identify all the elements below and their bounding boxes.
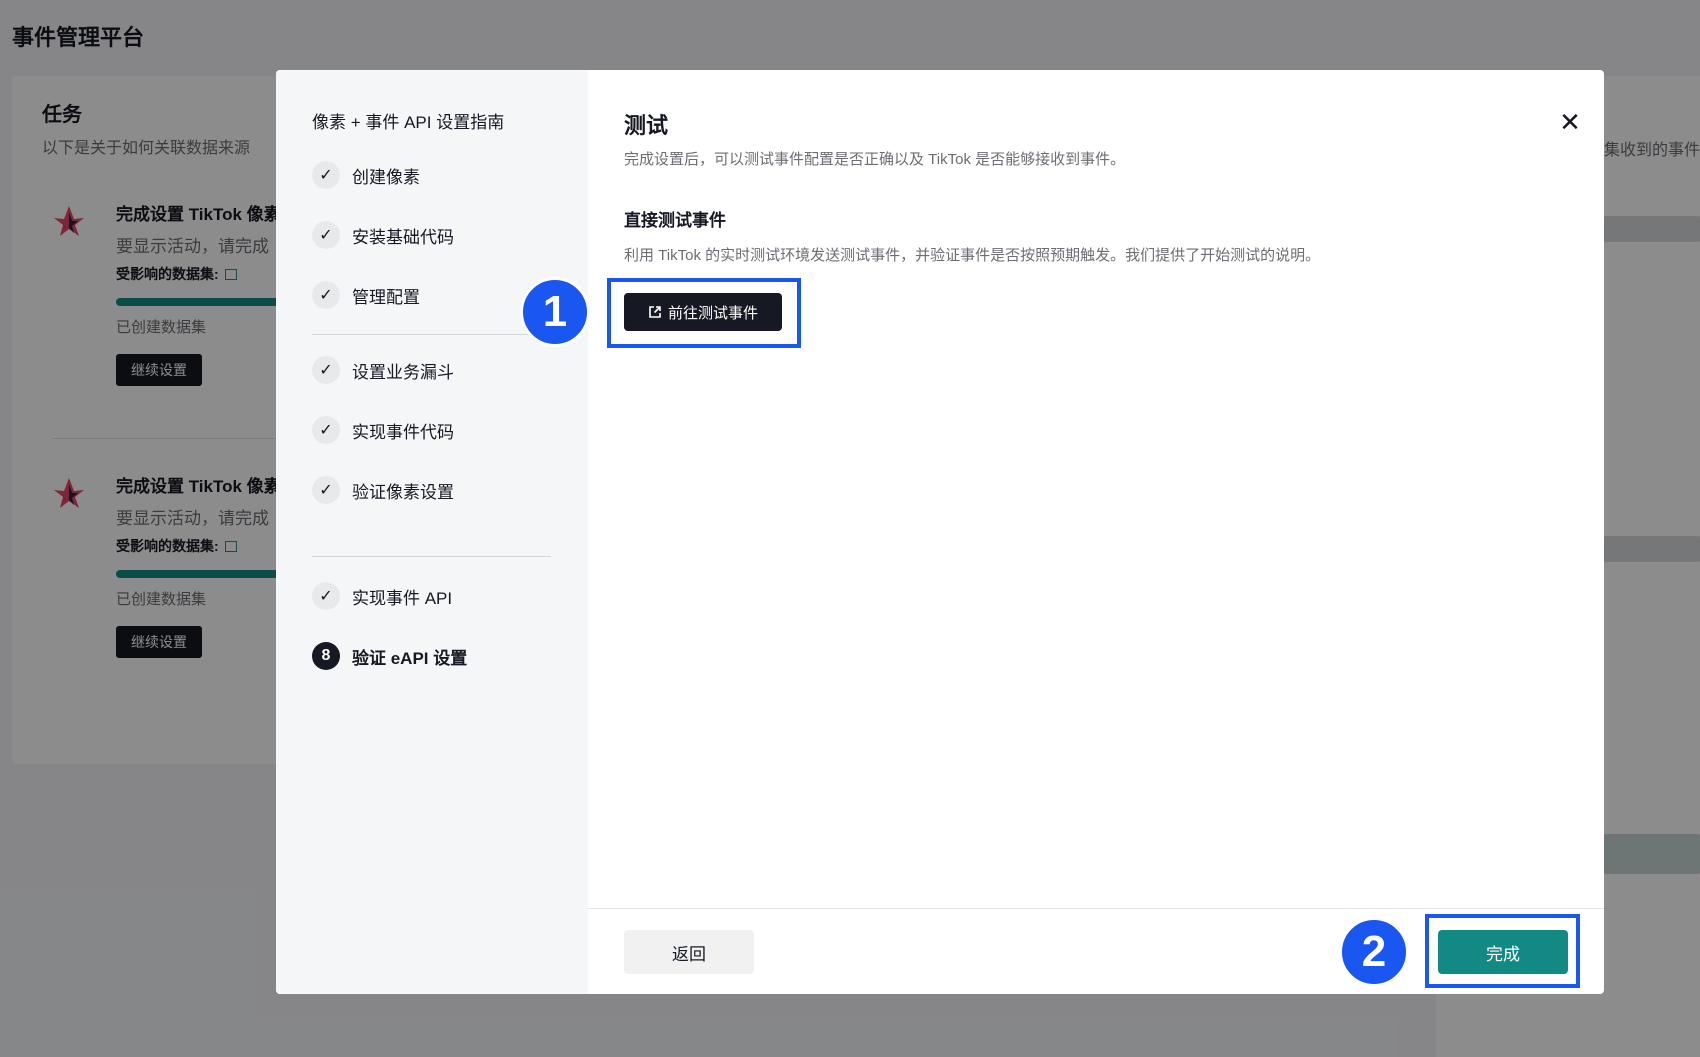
- modal-title: 测试: [624, 113, 669, 138]
- sidebar-divider: [312, 334, 551, 335]
- step-verify-eapi[interactable]: 8 验证 eAPI 设置: [312, 641, 467, 671]
- step-verify-pixel[interactable]: ✓ 验证像素设置: [312, 475, 454, 505]
- section-title: 直接测试事件: [624, 211, 726, 230]
- back-button[interactable]: 返回: [624, 930, 754, 974]
- step-create-pixel[interactable]: ✓ 创建像素: [312, 160, 420, 190]
- step-label: 验证像素设置: [352, 482, 454, 502]
- modal-content: 测试 ✕ 完成设置后，可以测试事件配置是否正确以及 TikTok 是否能够接收到…: [588, 70, 1604, 994]
- check-icon: ✓: [312, 221, 340, 249]
- step-label: 管理配置: [352, 287, 420, 307]
- step-event-code[interactable]: ✓ 实现事件代码: [312, 415, 454, 445]
- close-icon[interactable]: ✕: [1556, 107, 1584, 137]
- highlight-box-2: [1425, 914, 1580, 988]
- check-icon: ✓: [312, 476, 340, 504]
- step-label: 创建像素: [352, 167, 420, 187]
- highlight-box-1: [607, 278, 801, 348]
- step-label: 安装基础代码: [352, 227, 454, 247]
- check-icon: ✓: [312, 161, 340, 189]
- step-label: 实现事件代码: [352, 422, 454, 442]
- modal-description: 完成设置后，可以测试事件配置是否正确以及 TikTok 是否能够接收到事件。: [624, 151, 1126, 168]
- step-install-base-code[interactable]: ✓ 安装基础代码: [312, 220, 454, 250]
- guide-title: 像素 + 事件 API 设置指南: [312, 113, 505, 132]
- step-event-api[interactable]: ✓ 实现事件 API: [312, 581, 452, 611]
- callout-badge-1: 1: [520, 277, 590, 347]
- step-business-funnel[interactable]: ✓ 设置业务漏斗: [312, 355, 454, 385]
- section-description: 利用 TikTok 的实时测试环境发送测试事件，并验证事件是否按照预期触发。我们…: [624, 247, 1321, 264]
- callout-badge-2: 2: [1339, 917, 1409, 987]
- setup-guide-modal: 像素 + 事件 API 设置指南 ✓ 创建像素 ✓ 安装基础代码 ✓ 管理配置 …: [276, 70, 1604, 994]
- check-icon: ✓: [312, 582, 340, 610]
- step-label: 设置业务漏斗: [352, 362, 454, 382]
- sidebar-divider: [312, 556, 551, 557]
- step-manage-config[interactable]: ✓ 管理配置: [312, 280, 420, 310]
- step-number-badge: 8: [312, 642, 340, 670]
- step-label: 实现事件 API: [352, 588, 453, 608]
- check-icon: ✓: [312, 416, 340, 444]
- check-icon: ✓: [312, 281, 340, 309]
- guide-sidebar: 像素 + 事件 API 设置指南 ✓ 创建像素 ✓ 安装基础代码 ✓ 管理配置 …: [276, 70, 588, 994]
- check-icon: ✓: [312, 356, 340, 384]
- step-label: 验证 eAPI 设置: [352, 648, 468, 668]
